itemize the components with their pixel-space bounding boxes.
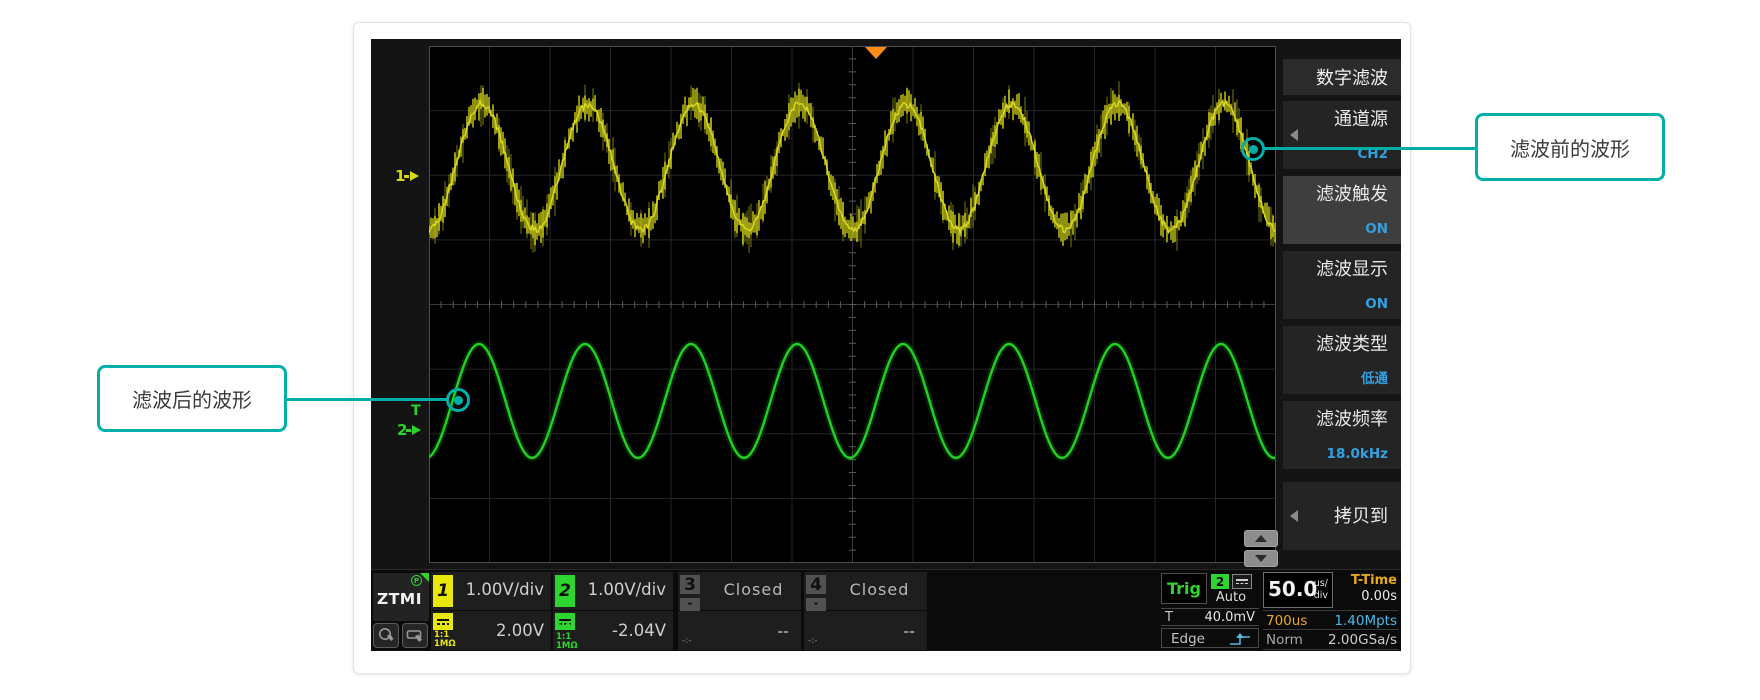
brand-logo: ZTMI P — [373, 573, 429, 621]
softkey-menu: 数字滤波 通道源 CH2 滤波触发 ON 滤波显示 ON 滤波类型 低通 滤波频… — [1281, 39, 1401, 569]
menu-item-value: ON — [1365, 222, 1388, 237]
trig-label: Trig — [1161, 573, 1207, 604]
menu-item-filter-display[interactable]: 滤波显示 ON — [1283, 251, 1401, 319]
ch4-coupling-badge: - — [806, 598, 826, 611]
ch1-badge: 1 — [433, 575, 453, 607]
ch3-coupling-badge: - — [680, 598, 700, 611]
timebase-scale-box: 50.0 us/div — [1263, 572, 1333, 608]
menu-item-label: 通道源 — [1334, 110, 1388, 130]
screenshot-frame: 1 T 2 数字滤波 通道源 CH2 滤波触发 ON 滤波显示 ON — [353, 22, 1411, 674]
ch2-probe-info: FIR1:11MΩ — [556, 624, 578, 648]
ch2-marker-arrow-icon — [406, 429, 411, 432]
chevron-up-icon — [1255, 535, 1267, 542]
trigger-level-marker[interactable]: T — [411, 403, 421, 419]
capture-window: 700us — [1266, 613, 1307, 629]
timebase-scale-value: 50.0 — [1268, 577, 1317, 601]
ch2-status-block[interactable]: 2 1.00V/div FIR1:11MΩ -2.04V — [553, 572, 673, 650]
rising-edge-icon — [1229, 632, 1253, 650]
menu-item-filter-frequency[interactable]: 滤波频率 18.0kHz — [1283, 401, 1401, 469]
ch1-status-block[interactable]: 1 1.00V/div 1:11MΩ 2.00V — [431, 572, 551, 650]
chevron-down-icon — [1255, 555, 1267, 562]
callout-marker-before — [1241, 137, 1265, 161]
callout-before-filter: 滤波前的波形 — [1475, 113, 1665, 181]
acquisition-row: 700us 1.40Mpts — [1263, 610, 1399, 630]
ch1-coupling-icon — [433, 613, 453, 630]
ch3-offset-value: -- — [777, 624, 789, 640]
menu-item-channel-source[interactable]: 通道源 CH2 — [1283, 101, 1401, 169]
ch4-offset-value: -- — [903, 624, 915, 640]
ch4-state: Closed — [832, 580, 927, 599]
menu-item-filter-trigger[interactable]: 滤波触发 ON — [1283, 176, 1401, 244]
knob-touch-button[interactable] — [373, 623, 399, 648]
callout-line-after — [287, 398, 447, 401]
ch2-scale-value: 1.00V/div — [588, 580, 666, 599]
menu-item-value: 低通 — [1361, 372, 1388, 387]
callout-marker-after — [446, 388, 470, 412]
trig-coupling-icon — [1232, 574, 1252, 589]
trig-source-badge: 2 — [1211, 574, 1229, 589]
timebase-status-block[interactable]: 50.0 us/div T-Time 0.00s 700us 1.40Mpts … — [1263, 572, 1399, 650]
ch2-offset-value: -2.04V — [612, 621, 666, 640]
menu-item-value: ON — [1365, 297, 1388, 312]
scroll-down-button[interactable] — [1244, 550, 1278, 567]
ch1-marker-arrow-icon — [404, 175, 409, 178]
touchpad-button[interactable] — [402, 623, 428, 648]
corner-flag-icon — [420, 573, 429, 582]
callout-line-before — [1265, 147, 1475, 150]
submenu-arrow-icon — [1290, 129, 1298, 141]
ch4-probe-info: -:- — [808, 636, 818, 646]
waveform-display — [429, 46, 1276, 563]
ch2-position-marker[interactable]: 2 — [397, 421, 421, 439]
divider — [553, 610, 673, 611]
menu-item-label: 滤波显示 — [1316, 260, 1388, 280]
menu-item-copy-to[interactable]: 拷贝到 — [1283, 482, 1401, 550]
trig-level-label: T — [1165, 610, 1173, 625]
waveform-svg — [429, 46, 1276, 563]
sample-row: Norm 2.00GSa/s — [1263, 629, 1399, 650]
acquire-mode: Norm — [1266, 632, 1303, 648]
status-bar: ZTMI P 1 1.00V/div — [371, 569, 1401, 651]
menu-title: 数字滤波 — [1283, 59, 1401, 95]
sample-rate: 2.00GSa/s — [1328, 632, 1397, 648]
ch1-position-marker[interactable]: 1 — [395, 167, 419, 185]
ch1-scale-value: 1.00V/div — [466, 580, 544, 599]
trig-level-value: 40.0mV — [1204, 610, 1255, 625]
scroll-up-button[interactable] — [1244, 530, 1278, 547]
memory-depth: 1.40Mpts — [1334, 613, 1397, 629]
trig-level-row: T 40.0mV — [1161, 608, 1259, 626]
divider — [431, 610, 551, 611]
menu-item-label: 滤波类型 — [1316, 335, 1388, 355]
trig-type-label: Edge — [1171, 631, 1205, 647]
menu-item-label: 拷贝到 — [1334, 507, 1388, 527]
menu-item-filter-type[interactable]: 滤波类型 低通 — [1283, 326, 1401, 394]
trigger-status-block[interactable]: Trig 2 Auto T 40.0mV Edge — [1161, 572, 1259, 650]
menu-item-label: 滤波频率 — [1316, 410, 1388, 430]
menu-item-value: 18.0kHz — [1327, 447, 1388, 462]
ch4-badge: 4 — [806, 575, 826, 594]
menu-scroll-widget — [1244, 530, 1278, 568]
menu-item-label: 滤波触发 — [1316, 185, 1388, 205]
ch3-badge: 3 — [680, 575, 700, 594]
trig-mode: Auto — [1207, 590, 1255, 605]
submenu-arrow-icon — [1290, 510, 1298, 522]
ch1-marker-arrow-icon — [410, 171, 419, 181]
timebase-unit: us/div — [1314, 578, 1328, 602]
ttime-value: 0.00s — [1361, 589, 1397, 604]
callout-after-filter: 滤波后的波形 — [97, 365, 287, 432]
ttime-label: T-Time — [1351, 573, 1397, 588]
ch4-status-block[interactable]: 4 Closed - -- -:- — [804, 572, 927, 650]
touch-hand-icon — [406, 627, 424, 645]
brand-text: ZTMI — [377, 590, 422, 608]
ch2-marker-arrow-icon — [412, 425, 421, 435]
knob-hand-icon — [377, 627, 395, 645]
ch3-status-block[interactable]: 3 Closed - -- -:- — [678, 572, 801, 650]
ch2-badge: 2 — [555, 575, 575, 607]
ch1-offset-value: 2.00V — [496, 621, 544, 640]
oscilloscope-screen: 1 T 2 数字滤波 通道源 CH2 滤波触发 ON 滤波显示 ON — [371, 39, 1401, 651]
ch1-probe-info: 1:11MΩ — [434, 631, 456, 648]
ch3-state: Closed — [706, 580, 801, 599]
ch3-probe-info: -:- — [682, 636, 692, 646]
trig-type-row: Edge — [1161, 628, 1259, 648]
